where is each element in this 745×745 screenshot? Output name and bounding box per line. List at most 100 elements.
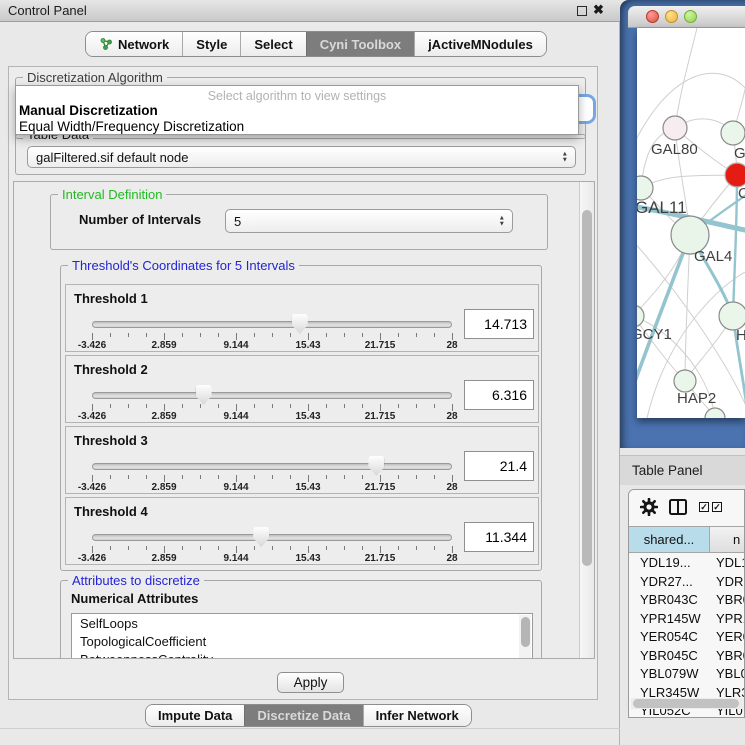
tab-discretize-data[interactable]: Discretize Data xyxy=(244,705,362,726)
cell-shared-name[interactable]: YER054C xyxy=(640,629,698,644)
threshold-2-slider-track[interactable] xyxy=(92,392,452,399)
threshold-2-slider-thumb[interactable] xyxy=(196,385,212,405)
column-header-name[interactable]: n xyxy=(733,527,740,552)
menu-item-equal-width-frequency[interactable]: Equal Width/Frequency Discretization xyxy=(19,119,244,134)
threshold-4-slider-thumb[interactable] xyxy=(253,527,269,547)
cell-name[interactable]: YBR0 xyxy=(716,592,745,607)
network-canvas[interactable]: GAL80 GA C GAL11 GAL4 GCY1 H HAP2 xyxy=(637,28,745,418)
threshold-2-value-field[interactable]: 6.316 xyxy=(464,380,534,410)
mac-zoom-button[interactable] xyxy=(684,10,697,23)
label-gal4: GAL4 xyxy=(694,248,732,265)
cell-shared-name[interactable]: YDR27... xyxy=(640,574,693,589)
tick-mark xyxy=(362,475,363,479)
node-red-selected[interactable] xyxy=(725,163,745,187)
threshold-4-value-field[interactable]: 11.344 xyxy=(464,522,534,552)
cell-shared-name[interactable]: YPR145W xyxy=(640,611,701,626)
node-gal11[interactable] xyxy=(637,176,653,200)
tick-mark xyxy=(290,404,291,408)
number-of-intervals-combobox[interactable]: 5 ▲▼ xyxy=(225,209,513,233)
threshold-1-slider-thumb[interactable] xyxy=(292,314,308,334)
table-data-combobox[interactable]: galFiltered.sif default node ▲▼ xyxy=(27,146,576,168)
control-panel-window: Control Panel ✖ Network Style Select Cyn… xyxy=(0,0,620,745)
threshold-3-slider-thumb[interactable] xyxy=(368,456,384,476)
cell-shared-name[interactable]: YDL19... xyxy=(640,555,691,570)
columns-icon[interactable] xyxy=(669,499,687,515)
threshold-3-value-field[interactable]: 21.4 xyxy=(464,451,534,481)
network-graph: GAL80 GA C GAL11 GAL4 GCY1 H HAP2 xyxy=(637,28,745,418)
table-row[interactable]: YBR045C YBR0 xyxy=(629,647,745,666)
node-green-top[interactable] xyxy=(721,121,745,145)
attributes-scrollbar[interactable] xyxy=(519,615,531,659)
gear-icon[interactable] xyxy=(640,498,658,516)
node-h[interactable] xyxy=(719,302,745,330)
table-row[interactable]: YDL19... YDL1 xyxy=(629,554,745,573)
cell-name[interactable]: YBL0 xyxy=(716,666,745,681)
column-header-shared-name[interactable]: shared... xyxy=(629,527,710,552)
tick-mark xyxy=(380,404,381,411)
cell-name[interactable]: YDR2 xyxy=(716,574,745,589)
panel-scrollbar-thumb[interactable] xyxy=(582,210,592,566)
table-row[interactable]: YDR27... YDR2 xyxy=(629,573,745,592)
tick-mark xyxy=(272,475,273,479)
tick-label: 28 xyxy=(430,411,474,422)
threshold-1-slider-track[interactable] xyxy=(92,321,452,328)
cell-name[interactable]: YER0 xyxy=(716,629,745,644)
network-window-titlebar[interactable] xyxy=(628,6,745,28)
attribute-items: SelfLoopsTopologicalCoefficientBetweenne… xyxy=(72,614,532,659)
tick-mark xyxy=(92,333,93,340)
tab-network[interactable]: Network xyxy=(86,32,182,56)
cell-name[interactable]: YPR1 xyxy=(716,611,745,626)
close-icon[interactable]: ✖ xyxy=(593,2,604,18)
tab-jactivemnodules[interactable]: jActiveMNodules xyxy=(414,32,546,56)
apply-button[interactable]: Apply xyxy=(277,672,344,693)
cell-shared-name[interactable]: YBR045C xyxy=(640,648,698,663)
table-row[interactable]: YER054C YER0 xyxy=(629,628,745,647)
threshold-3-slider-track[interactable] xyxy=(92,463,452,470)
tick-mark xyxy=(308,333,309,340)
cell-shared-name[interactable]: YBR043C xyxy=(640,592,698,607)
cell-name[interactable]: YDL1 xyxy=(716,555,745,570)
attributes-scrollbar-thumb[interactable] xyxy=(521,617,530,647)
attribute-item[interactable]: SelfLoops xyxy=(72,614,532,632)
table-row[interactable]: YBR043C YBR0 xyxy=(629,591,745,610)
table-hscrollbar[interactable] xyxy=(631,698,744,709)
checkbox-icon[interactable]: ✓ xyxy=(712,502,722,512)
mac-minimize-button[interactable] xyxy=(665,10,678,23)
table-hscrollbar-thumb[interactable] xyxy=(633,699,739,708)
tab-infer-network[interactable]: Infer Network xyxy=(363,705,471,726)
float-window-icon[interactable] xyxy=(577,6,587,16)
threshold-4-slider-track[interactable] xyxy=(92,534,452,541)
tick-label: -3.426 xyxy=(70,340,114,351)
panel-scrollbar[interactable] xyxy=(579,182,594,658)
node-gcy1[interactable] xyxy=(637,305,644,327)
tick-label: 21.715 xyxy=(358,340,402,351)
tick-mark xyxy=(290,546,291,550)
menu-item-manual-discretization[interactable]: Manual Discretization xyxy=(19,103,158,118)
tab-select[interactable]: Select xyxy=(240,32,305,56)
tick-label: 28 xyxy=(430,340,474,351)
threshold-1-value-field[interactable]: 14.713 xyxy=(464,309,534,339)
tab-style[interactable]: Style xyxy=(182,32,240,56)
tick-label: 15.43 xyxy=(286,340,330,351)
numerical-attributes-list[interactable]: SelfLoopsTopologicalCoefficientBetweenne… xyxy=(71,613,533,659)
cell-shared-name[interactable]: YBL079W xyxy=(640,666,699,681)
node-gal80[interactable] xyxy=(663,116,687,140)
tick-mark xyxy=(128,404,129,408)
tab-cyni-toolbox[interactable]: Cyni Toolbox xyxy=(306,32,414,56)
attribute-item[interactable]: TopologicalCoefficient xyxy=(72,632,532,650)
tick-label: -3.426 xyxy=(70,411,114,422)
cell-name[interactable]: YBR0 xyxy=(716,648,745,663)
attribute-item[interactable]: BetweennessCentrality xyxy=(72,650,532,659)
node-bottom-partial[interactable] xyxy=(705,408,725,418)
node-hap2[interactable] xyxy=(674,370,696,392)
tick-mark xyxy=(236,404,237,411)
tick-mark xyxy=(326,404,327,408)
tick-mark xyxy=(200,475,201,479)
table-row[interactable]: YPR145W YPR1 xyxy=(629,610,745,629)
table-row[interactable]: YBL079W YBL0 xyxy=(629,665,745,684)
checkbox-icon[interactable]: ✓ xyxy=(699,502,709,512)
label-gal11: GAL11 xyxy=(637,198,687,217)
mac-close-button[interactable] xyxy=(646,10,659,23)
tick-mark xyxy=(236,475,237,482)
tab-impute-data[interactable]: Impute Data xyxy=(146,705,244,726)
